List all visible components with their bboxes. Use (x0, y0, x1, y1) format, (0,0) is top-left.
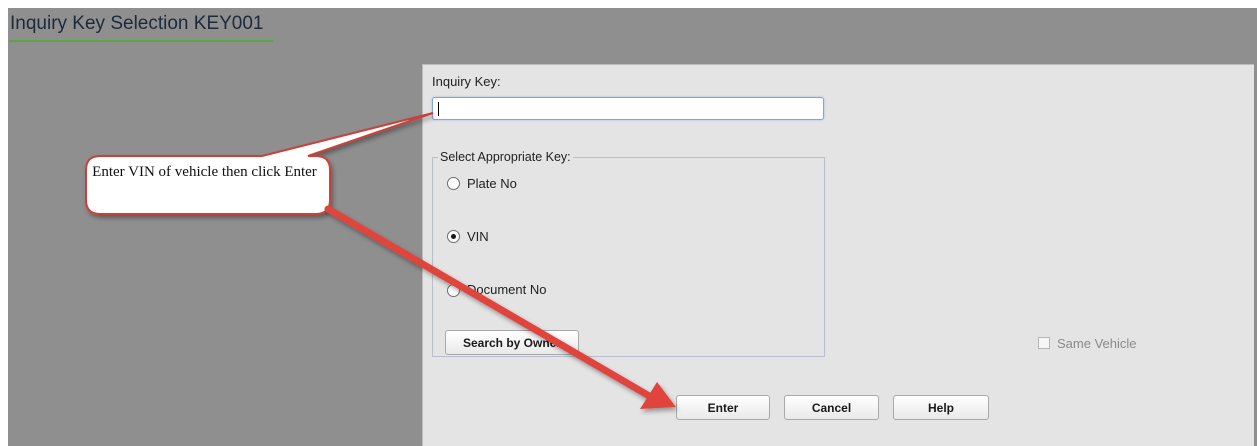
annotation-overlay (85, 112, 676, 409)
callout-text: Enter VIN of vehicle then click Enter (92, 164, 317, 180)
arrow-to-enter-icon (324, 205, 676, 409)
screenshot: Inquiry Key Selection KEY001 Inquiry Key… (0, 0, 1257, 446)
